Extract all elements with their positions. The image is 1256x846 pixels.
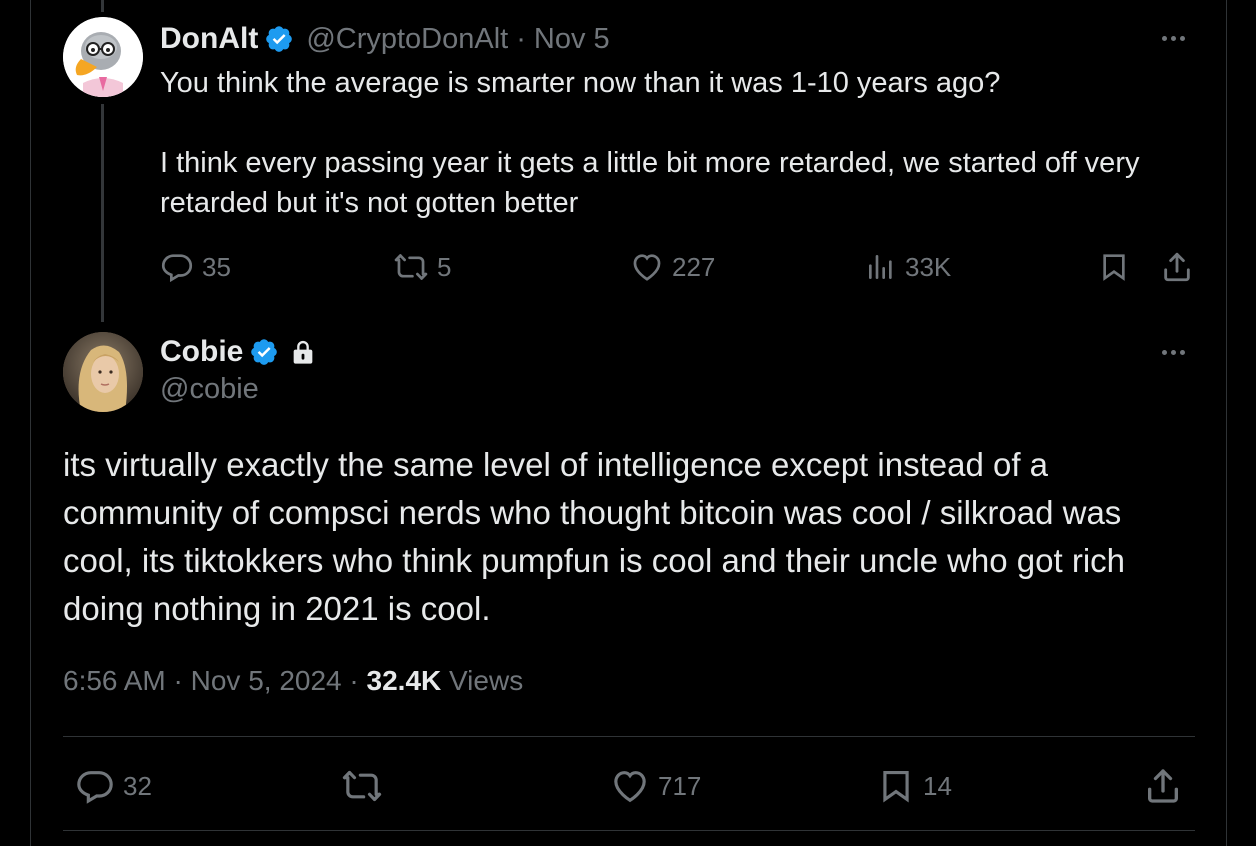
handle[interactable]: @cobie <box>160 373 259 406</box>
bookmark-button[interactable]: 14 <box>877 766 952 806</box>
tweet-text-line: You think the average is smarter now tha… <box>160 67 1001 99</box>
repost-icon <box>342 770 382 802</box>
more-icon[interactable] <box>1162 350 1185 355</box>
reply-count: 35 <box>202 251 231 282</box>
like-count: 717 <box>658 770 702 801</box>
avatar-donalt[interactable] <box>63 17 143 97</box>
reply-icon <box>161 254 193 283</box>
avatar-cobie[interactable] <box>63 332 143 412</box>
views-label: Views <box>449 665 524 696</box>
main-tweet-text: its virtually exactly the same level of … <box>63 446 1126 627</box>
bookmark-icon <box>883 770 909 803</box>
thread-line <box>101 0 104 12</box>
views-count: 33K <box>905 251 952 282</box>
main-tweet-header: Cobie <box>160 333 317 371</box>
views-button[interactable]: 33K <box>865 250 951 284</box>
share-icon <box>1148 769 1178 803</box>
parent-tweet-text: You think the average is smarter now tha… <box>160 63 1180 223</box>
lock-icon <box>289 337 317 367</box>
views-count: 32.4K <box>366 665 442 696</box>
share-button[interactable] <box>1143 766 1183 806</box>
repost-count: 5 <box>437 251 452 282</box>
more-icon[interactable] <box>1162 36 1185 41</box>
repost-button[interactable]: 5 <box>393 250 451 284</box>
display-name[interactable]: Cobie <box>160 335 243 369</box>
divider <box>63 736 1195 737</box>
separator: · <box>516 22 526 55</box>
tweet-meta: 6:56 AM · Nov 5, 2024 · 32.4K Views <box>63 665 523 697</box>
handle[interactable]: @CryptoDonAlt <box>306 23 508 56</box>
verified-icon <box>264 24 294 54</box>
reply-count: 32 <box>123 770 152 801</box>
like-icon <box>614 771 646 803</box>
thread-line <box>101 104 104 322</box>
bookmark-button[interactable] <box>1098 250 1130 284</box>
repost-button[interactable] <box>340 766 384 806</box>
reply-button[interactable]: 35 <box>160 250 231 284</box>
tweet-text-line: I think every passing year it gets a lit… <box>160 147 1140 219</box>
reply-icon <box>77 771 113 804</box>
reply-button[interactable]: 32 <box>75 766 152 806</box>
like-button[interactable]: 227 <box>630 250 715 284</box>
like-button[interactable]: 717 <box>610 766 701 806</box>
separator: · <box>173 665 183 696</box>
separator: · <box>349 665 359 696</box>
views-icon <box>869 254 892 279</box>
bookmark-icon <box>1103 254 1125 281</box>
like-count: 227 <box>672 251 716 282</box>
share-button[interactable] <box>1160 250 1194 284</box>
bookmark-count: 14 <box>923 770 952 801</box>
share-icon <box>1164 252 1190 282</box>
tweet-date[interactable]: Nov 5 <box>534 23 610 56</box>
like-icon <box>633 254 661 281</box>
display-name[interactable]: DonAlt <box>160 22 258 56</box>
tweet-date[interactable]: Nov 5, 2024 <box>191 665 342 696</box>
divider <box>63 830 1195 831</box>
repost-icon <box>394 254 428 280</box>
tweet-time[interactable]: 6:56 AM <box>63 665 166 696</box>
parent-tweet-header: DonAlt @CryptoDonAlt · Nov 5 <box>160 20 610 58</box>
verified-icon <box>249 337 279 367</box>
